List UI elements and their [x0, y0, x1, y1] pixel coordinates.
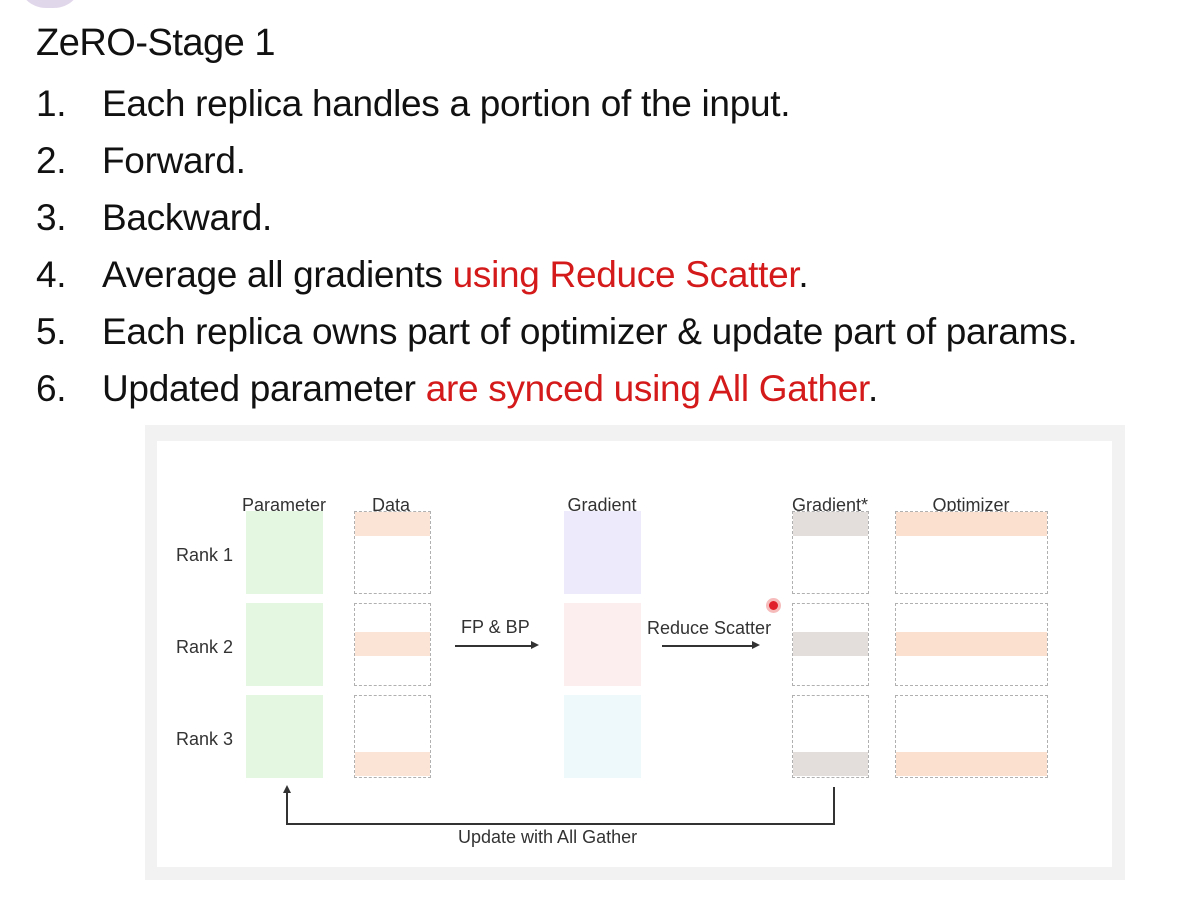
step-number: 2. — [36, 140, 67, 181]
row-label-rank-1: Rank 1 — [176, 545, 234, 565]
step-number: 3. — [36, 197, 67, 238]
step-list: 1. Each replica handles a portion of the … — [36, 78, 1078, 420]
all-gather-arrow-head — [283, 785, 291, 793]
step-highlight: are synced using All Gather — [425, 368, 869, 409]
step-item: 3. Backward. — [36, 192, 1077, 249]
optimizer-block-rank-3 — [895, 695, 1048, 778]
row-label-rank-2: Rank 2 — [176, 637, 234, 657]
reduce-scatter-arrow-head — [752, 641, 760, 649]
step-item: 1. Each replica handles a portion of the … — [36, 78, 1077, 135]
step-item: 2. Forward. — [36, 135, 1077, 192]
data-block-rank-1 — [354, 511, 431, 594]
parameter-block-rank-2 — [246, 603, 323, 686]
fp-bp-arrow — [455, 645, 531, 647]
laser-pointer-dot — [769, 601, 778, 610]
optimizer-shard-stripe — [896, 512, 1047, 536]
fp-bp-arrow-head — [531, 641, 539, 649]
gradient-shard-stripe — [793, 752, 868, 776]
all-gather-label: Update with All Gather — [458, 827, 638, 847]
step-text: Each replica handles a portion of the in… — [102, 83, 791, 124]
logo-badge — [18, 0, 82, 8]
optimizer-block-rank-1 — [895, 511, 1048, 594]
step-tail: . — [798, 254, 809, 295]
reduce-scatter-arrow — [662, 645, 752, 647]
all-gather-bottom-line — [286, 823, 835, 825]
step-item: 4. Average all gradients using Reduce Sca… — [36, 249, 1077, 306]
gradient-block-rank-3 — [564, 695, 641, 778]
data-shard-stripe — [355, 512, 430, 536]
optimizer-block-rank-2 — [895, 603, 1048, 686]
diagram-panel: Parameter Data Gradient Gradient* Optimi… — [145, 425, 1125, 880]
step-number: 5. — [36, 311, 67, 352]
gradient-star-block-rank-2 — [792, 603, 869, 686]
optimizer-shard-stripe — [896, 752, 1047, 776]
step-item: 5. Each replica owns part of optimizer & … — [36, 306, 1078, 363]
gradient-star-block-rank-3 — [792, 695, 869, 778]
step-highlight: using Reduce Scatter — [452, 254, 799, 295]
step-text: Average all gradients — [102, 254, 453, 295]
all-gather-right-line — [833, 787, 835, 824]
data-block-rank-2 — [354, 603, 431, 686]
step-number: 4. — [36, 254, 67, 295]
gradient-shard-stripe — [793, 512, 868, 536]
step-text: Each replica owns part of optimizer & up… — [102, 311, 1078, 352]
step-number: 1. — [36, 83, 67, 124]
step-text: Backward. — [102, 197, 273, 238]
row-label-rank-3: Rank 3 — [176, 729, 234, 749]
parameter-block-rank-3 — [246, 695, 323, 778]
step-text: Updated parameter — [102, 368, 426, 409]
gradient-star-block-rank-1 — [792, 511, 869, 594]
gradient-block-rank-1 — [564, 511, 641, 594]
slide-title: ZeRO-Stage 1 — [36, 22, 276, 64]
data-block-rank-3 — [354, 695, 431, 778]
reduce-scatter-label: Reduce Scatter — [647, 618, 772, 638]
step-text: Forward. — [102, 140, 246, 181]
zero-stage1-diagram: Parameter Data Gradient Gradient* Optimi… — [157, 441, 1112, 867]
optimizer-shard-stripe — [896, 632, 1047, 656]
step-tail: . — [868, 368, 879, 409]
gradient-shard-stripe — [793, 632, 868, 656]
all-gather-left-line — [286, 793, 288, 824]
gradient-block-rank-2 — [564, 603, 641, 686]
data-shard-stripe — [355, 752, 430, 776]
step-number: 6. — [36, 368, 67, 409]
parameter-block-rank-1 — [246, 511, 323, 594]
data-shard-stripe — [355, 632, 430, 656]
step-item: 6. Updated parameter are synced using All… — [36, 363, 1077, 420]
fp-bp-label: FP & BP — [461, 617, 530, 637]
